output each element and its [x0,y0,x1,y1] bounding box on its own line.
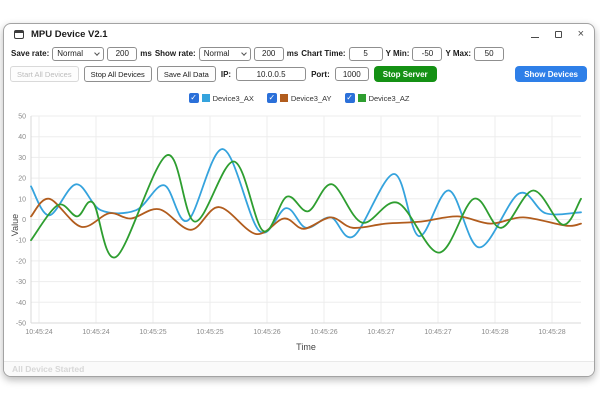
y-min-input[interactable] [412,47,442,61]
series-line-Device3_AZ [31,155,581,258]
x-tick-label: 10:45:25 [139,329,166,336]
x-tick-label: 10:45:25 [196,329,223,336]
start-all-devices-button[interactable]: Start All Devices [10,66,79,82]
show-rate-selected-value: Normal [204,49,230,58]
save-rate-selected-value: Normal [57,49,83,58]
status-text: All Device Started [12,364,84,374]
ms-label: ms [140,49,152,58]
ms-label: ms [287,49,299,58]
settings-toolbar: Save rate: Normal ms Show rate: Normal m… [4,44,594,63]
save-rate-label: Save rate: [11,49,49,58]
y-max-input[interactable] [474,47,504,61]
stop-server-button[interactable]: Stop Server [374,66,437,82]
port-input[interactable] [335,67,369,81]
show-rate-label: Show rate: [155,49,196,58]
stop-all-devices-button[interactable]: Stop All Devices [84,66,152,82]
x-tick-label: 10:45:28 [481,329,508,336]
y-tick-label: 20 [18,176,26,183]
y-tick-label: -20 [16,258,26,265]
show-rate-select[interactable]: Normal [199,47,251,61]
desktop: MPU Device V2.1 × Save rate: Normal ms S… [0,0,600,400]
y-min-label: Y Min: [386,49,410,58]
actions-toolbar: Start All Devices Stop All Devices Save … [4,63,594,85]
x-tick-label: 10:45:26 [253,329,280,336]
close-button[interactable]: × [578,29,584,39]
minimize-icon [531,37,539,38]
y-tick-label: 50 [18,114,26,121]
chevron-down-icon [241,50,247,56]
save-rate-select[interactable]: Normal [52,47,104,61]
minimize-button[interactable] [531,25,539,43]
x-tick-label: 10:45:27 [367,329,394,336]
port-label: Port: [311,70,330,79]
x-tick-label: 10:45:24 [25,329,52,336]
app-window: MPU Device V2.1 × Save rate: Normal ms S… [3,23,595,377]
x-tick-label: 10:45:28 [538,329,565,336]
maximize-button[interactable] [555,25,562,43]
y-tick-label: -50 [16,321,26,328]
status-bar: All Device Started [4,361,594,376]
show-devices-button[interactable]: Show Devices [515,66,587,82]
y-axis-title: Value [10,205,20,245]
x-tick-label: 10:45:26 [310,329,337,336]
window-controls: × [531,25,584,43]
y-tick-label: 10 [18,196,26,203]
series-line-Device3_AY [31,199,581,234]
line-chart: 50403020100-10-20-30-40-5010:45:2410:45:… [4,101,596,357]
save-all-data-button[interactable]: Save All Data [157,66,216,82]
x-tick-label: 10:45:27 [424,329,451,336]
title-bar[interactable]: MPU Device V2.1 × [4,24,594,44]
y-max-label: Y Max: [445,49,471,58]
maximize-icon [555,31,562,38]
ip-label: IP: [221,70,231,79]
show-rate-ms-input[interactable] [254,47,284,61]
chart-time-input[interactable] [349,47,383,61]
series-line-Device3_AX [31,149,581,247]
x-tick-label: 10:45:24 [82,329,109,336]
y-tick-label: -40 [16,300,26,307]
chevron-down-icon [94,50,100,56]
x-axis-title: Time [296,342,316,352]
ip-input[interactable] [236,67,306,81]
chart-time-label: Chart Time: [301,49,345,58]
y-tick-label: -30 [16,279,26,286]
window-title: MPU Device V2.1 [31,29,108,40]
y-tick-label: 30 [18,155,26,162]
y-tick-label: 40 [18,134,26,141]
save-rate-ms-input[interactable] [107,47,137,61]
window-icon [14,30,24,39]
y-tick-label: 0 [22,217,26,224]
